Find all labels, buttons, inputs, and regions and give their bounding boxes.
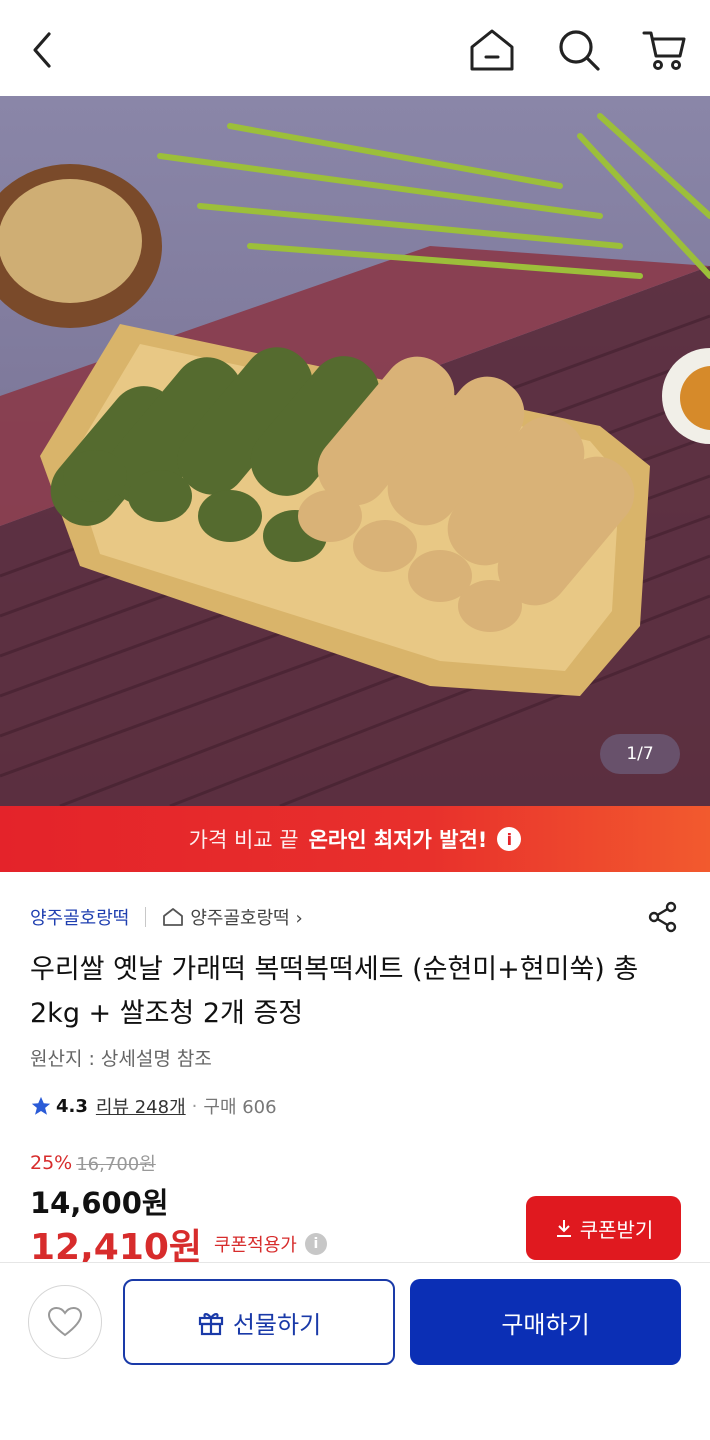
coupon-price-label: 쿠폰적용가 xyxy=(214,1235,297,1256)
product-title: 우리쌀 옛날 가래떡 복떡복떡세트 (순현미+현미쑥) 총 2kg + 쌀조청 … xyxy=(30,954,639,1029)
get-coupon-button[interactable]: 쿠폰받기 xyxy=(526,1196,681,1260)
seller-row: 양주골호랑떡 양주골호랑떡 › xyxy=(30,900,680,934)
info-icon[interactable]: i xyxy=(304,1233,327,1255)
star-icon xyxy=(31,1096,51,1115)
gift-button-label: 선물하기 xyxy=(232,1311,322,1339)
gift-icon xyxy=(198,1313,223,1336)
store-link-label: 양주골호랑떡 › xyxy=(190,908,303,929)
separator-dot: · xyxy=(191,1095,198,1117)
divider xyxy=(145,907,147,927)
back-button[interactable] xyxy=(18,26,66,74)
store-link[interactable]: 양주골호랑떡 › xyxy=(162,904,303,930)
product-origin: 원산지 : 상세설명 참조 xyxy=(30,1048,212,1070)
rice-cake-illustration xyxy=(0,113,710,806)
product-image[interactable]: 1/7 xyxy=(0,96,710,806)
discount-rate: 25% xyxy=(30,1152,73,1174)
seller-name-link[interactable]: 양주골호랑떡 xyxy=(30,904,129,930)
home-icon xyxy=(163,908,184,926)
share-icon xyxy=(648,901,677,933)
buy-button-label: 구매하기 xyxy=(501,1311,590,1339)
gift-button[interactable]: 선물하기 xyxy=(123,1279,395,1365)
info-icon[interactable]: i xyxy=(497,827,522,851)
review-link[interactable]: 리뷰 248개 xyxy=(96,1093,186,1119)
banner-text-bold: 온라인 최저가 발견! xyxy=(308,828,488,852)
download-icon xyxy=(556,1220,571,1237)
home-button[interactable] xyxy=(468,26,516,74)
home-icon xyxy=(470,29,514,71)
search-icon xyxy=(559,30,600,71)
purchase-count: 구매 606 xyxy=(203,1097,277,1118)
share-button[interactable] xyxy=(646,900,680,934)
image-pager: 1/7 xyxy=(600,734,680,774)
top-navigation-bar xyxy=(0,0,710,96)
lowest-price-banner[interactable]: 가격 비교 끝 온라인 최저가 발견! i xyxy=(0,806,710,872)
wishlist-button[interactable] xyxy=(28,1285,102,1359)
buy-button[interactable]: 구매하기 xyxy=(410,1279,681,1365)
banner-text-light: 가격 비교 끝 xyxy=(188,828,299,852)
heart-icon xyxy=(47,1306,83,1337)
cart-button[interactable] xyxy=(640,26,688,74)
sale-price: 14,600원 xyxy=(30,1186,169,1220)
get-coupon-label: 쿠폰받기 xyxy=(579,1219,654,1242)
original-price: 16,700원 xyxy=(76,1154,156,1175)
discount-row: 25% 16,700원 xyxy=(30,1150,156,1176)
chevron-left-icon xyxy=(33,32,51,68)
rating-row: 4.3 리뷰 248개 · 구매 606 xyxy=(30,1090,277,1122)
rating-value: 4.3 xyxy=(56,1095,88,1117)
bottom-action-bar: 선물하기 구매하기 xyxy=(0,1262,710,1440)
cart-icon xyxy=(642,31,686,70)
search-button[interactable] xyxy=(555,26,603,74)
